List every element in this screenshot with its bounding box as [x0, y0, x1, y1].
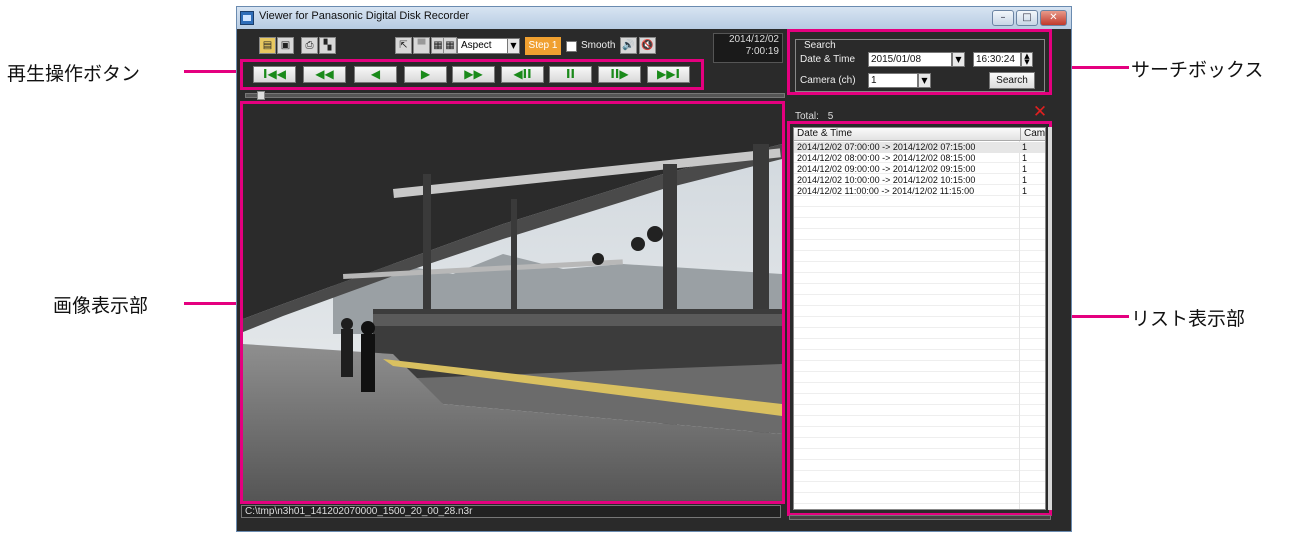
- search-button[interactable]: Search: [989, 72, 1035, 89]
- time-spinner-icon[interactable]: ▲ ▼: [1021, 52, 1033, 67]
- list-item-range: 2014/12/02 09:00:00 -> 2014/12/02 09:15:…: [797, 164, 976, 174]
- callout-line-search: [1063, 66, 1129, 69]
- play-button[interactable]: ▶: [404, 66, 447, 83]
- callout-search-box: サーチボックス: [1131, 59, 1264, 81]
- mute-icon[interactable]: 🔇: [639, 37, 656, 54]
- list-scrollbar[interactable]: [1048, 127, 1052, 510]
- reverse-play-button[interactable]: ◀: [354, 66, 397, 83]
- aspect-dropdown-icon[interactable]: ▼: [507, 38, 520, 54]
- app-icon: [240, 11, 254, 25]
- step-button[interactable]: Step 1: [525, 37, 561, 55]
- list-item-range: 2014/12/02 11:00:00 -> 2014/12/02 11:15:…: [797, 186, 975, 196]
- fast-forward-button[interactable]: ▶▶: [452, 66, 495, 83]
- export-icon[interactable]: ⇱: [395, 37, 412, 54]
- column-header-cam[interactable]: Cam: [1020, 128, 1045, 140]
- pause-button[interactable]: II: [549, 66, 592, 83]
- search-group-title: Search: [802, 40, 838, 51]
- list-item[interactable]: 2014/12/02 09:00:00 -> 2014/12/02 09:15:…: [794, 164, 1045, 175]
- viewer-window: Viewer for Panasonic Digital Disk Record…: [236, 6, 1072, 532]
- column-header-datetime[interactable]: Date & Time: [797, 128, 852, 140]
- list-item-cam: 1: [1022, 142, 1028, 152]
- time-input[interactable]: 16:30:24: [973, 52, 1021, 67]
- callout-image-display: 画像表示部: [53, 295, 149, 317]
- delete-icon[interactable]: ✕: [1032, 104, 1048, 121]
- skip-to-start-button[interactable]: I◀◀: [253, 66, 296, 83]
- callout-playback-buttons: 再生操作ボタン: [7, 63, 141, 85]
- result-list: Date & Time Cam 2014/12/02 07:00:00 -> 2…: [793, 127, 1046, 510]
- smooth-checkbox[interactable]: [566, 41, 577, 52]
- search-box: Search Date & Time 2015/01/08 ▼ 16:30:24…: [787, 29, 1052, 95]
- list-item-cam: 1: [1022, 175, 1028, 185]
- camera-dropdown-icon[interactable]: ▼: [918, 73, 931, 88]
- step-back-button[interactable]: ◀II: [501, 66, 544, 83]
- callout-list-display: リスト表示部: [1131, 308, 1246, 330]
- minimize-button[interactable]: –: [992, 10, 1014, 26]
- camera-image: [243, 104, 782, 501]
- camera-label: Camera (ch): [800, 75, 856, 86]
- skip-to-end-button[interactable]: ▶▶I: [647, 66, 690, 83]
- list-item[interactable]: 2014/12/02 10:00:00 -> 2014/12/02 10:15:…: [794, 175, 1045, 186]
- callout-line-list: [1063, 315, 1129, 318]
- window-title: Viewer for Panasonic Digital Disk Record…: [259, 10, 470, 22]
- list-item-cam: 1: [1022, 164, 1028, 174]
- list-item-cam: 1: [1022, 186, 1028, 196]
- title-bar: Viewer for Panasonic Digital Disk Record…: [237, 7, 1071, 29]
- clock-display: 2014/12/02 7:00:19: [713, 33, 783, 63]
- list-item[interactable]: 2014/12/02 07:00:00 -> 2014/12/02 07:15:…: [794, 142, 1045, 153]
- list-display: Date & Time Cam 2014/12/02 07:00:00 -> 2…: [787, 121, 1052, 516]
- save-icon[interactable]: ▣: [277, 37, 294, 54]
- callout-line-image: [184, 302, 240, 305]
- image-display: [240, 101, 785, 504]
- list-item-range: 2014/12/02 10:00:00 -> 2014/12/02 10:15:…: [797, 175, 976, 185]
- camera-select[interactable]: 1: [868, 73, 918, 88]
- maximize-button[interactable]: □: [1016, 10, 1038, 26]
- date-dropdown-icon[interactable]: ▼: [952, 52, 965, 67]
- open-file-icon[interactable]: ▤: [259, 37, 276, 54]
- seek-thumb[interactable]: [257, 91, 265, 100]
- sound-icon[interactable]: 🔊: [620, 37, 637, 54]
- close-button[interactable]: ✕: [1040, 10, 1067, 26]
- print-icon[interactable]: ⎙: [301, 37, 318, 54]
- file-path: C:\tmp\n3h01_141202070000_1500_20_00_28.…: [241, 505, 781, 518]
- fast-reverse-button[interactable]: ◀◀: [303, 66, 346, 83]
- smooth-label: Smooth: [581, 40, 616, 51]
- list-header: Date & Time Cam: [794, 128, 1045, 141]
- search-group: Search Date & Time 2015/01/08 ▼ 16:30:24…: [795, 39, 1045, 92]
- list-item-range: 2014/12/02 07:00:00 -> 2014/12/02 07:15:…: [797, 142, 976, 152]
- text-icon[interactable]: ▀: [413, 37, 430, 54]
- list-item-cam: 1: [1022, 153, 1028, 163]
- date-time-label: Date & Time: [800, 54, 856, 65]
- list-item-range: 2014/12/02 08:00:00 -> 2014/12/02 08:15:…: [797, 153, 976, 163]
- seek-bar[interactable]: [245, 93, 785, 98]
- date-input[interactable]: 2015/01/08: [868, 52, 952, 67]
- list-item[interactable]: 2014/12/02 11:00:00 -> 2014/12/02 11:15:…: [794, 186, 1045, 197]
- clock-time: 7:00:19: [745, 46, 779, 57]
- layout-alt-icon[interactable]: ▦: [443, 37, 457, 54]
- settings-icon[interactable]: ▚: [319, 37, 336, 54]
- playback-controls: I◀◀ ◀◀ ◀ ▶ ▶▶ ◀II II II▶ ▶▶I: [240, 59, 704, 90]
- step-forward-button[interactable]: II▶: [598, 66, 641, 83]
- list-item[interactable]: 2014/12/02 08:00:00 -> 2014/12/02 08:15:…: [794, 153, 1045, 164]
- clock-date: 2014/12/02: [728, 34, 779, 45]
- callout-line-playback: [184, 70, 240, 73]
- list-status-bar: [789, 515, 1051, 520]
